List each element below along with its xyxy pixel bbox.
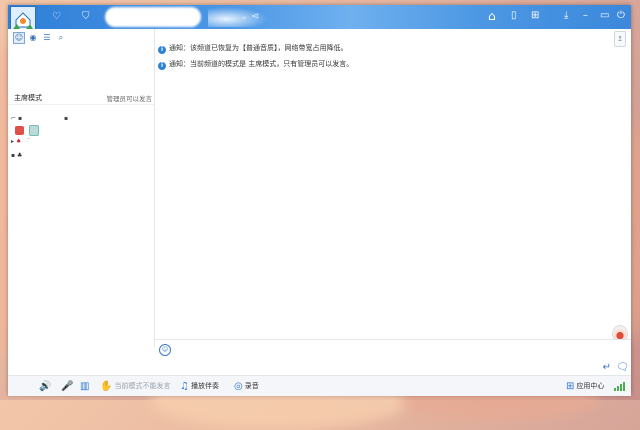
mode-note: 管理员可以发言 [106,95,153,103]
home-icon[interactable]: ⌂ [488,9,496,23]
system-notice: i 通知：该频道已恢复为【普通音质】，网络带宽占用降低。 [158,43,348,54]
tree-node-marker: ▪ [64,115,69,122]
restore-icon[interactable]: ▭ [600,9,609,23]
speaker-icon[interactable]: 🔊 [39,379,53,394]
emoji-icon[interactable]: ☺ [159,344,171,356]
share-icon[interactable]: ⋖ [251,10,259,24]
channel-icon[interactable] [29,125,39,136]
heart-icon[interactable]: ♡ [52,10,61,24]
record-button[interactable]: ◎ 录音 [234,379,259,394]
member-avatar[interactable] [15,126,24,135]
power-icon[interactable]: ⏻ [617,9,625,23]
mic-disabled-button[interactable]: ✋ 当前模式不能发言 [100,379,170,394]
notebook-icon[interactable]: ▯ [511,9,517,23]
app-center-button[interactable]: ⊞ 应用中心 [566,379,604,394]
signal-strength-icon [614,382,626,391]
shield-icon[interactable]: ⛉ [82,10,90,24]
tree-node[interactable]: ⌐ ▪ [11,115,22,123]
equalizer-icon[interactable]: ▥ [80,379,91,394]
user-icon[interactable]: ☺ [13,32,25,44]
list-icon[interactable]: ☰ [42,33,52,43]
download-icon[interactable]: ⤓ [564,9,568,23]
minimize-icon[interactable]: – [583,9,588,23]
location-icon[interactable]: ◉ [28,33,38,43]
bottom-toolbar: 🔊 🎤 ▥ ✋ 当前模式不能发言 ♫ 播放伴奏 ◎ 录音 ⊞ 应用中心 [8,375,631,396]
chat-area: i 通知：该频道已恢复为【普通音质】，网络带宽占用降低。 i 通知：当前频道的模式是… [155,29,631,339]
list-item[interactable]: ▪ ♣ [11,152,22,160]
search-icon[interactable]: ⌕ [56,33,66,43]
channel-name-redacted [105,7,201,27]
message-input-area[interactable]: ☺ ↵ 🗨 [155,339,631,376]
chevron-down-icon[interactable]: ⌄ [240,10,248,24]
member-panel: ☺ ◉ ☰ ⌕ 主席模式 管理员可以发言 ⌐ ▪ ▪ ▸ ♠ ˘ ▪ ♣ [8,29,155,347]
system-notice: i 通知：当前频道的模式是 主席模式，只有管理员可以发言。 [158,59,353,70]
scroll-to-top-icon[interactable]: ↥ [614,31,626,47]
title-bar: ♡ ⛉ ⌄ ⋖ ⌂ ▯ ⊞ ⤓ – ▭ ⏻ [8,5,631,32]
send-bubble-icon[interactable]: 🗨 [616,362,629,373]
yy-channel-window: ♡ ⛉ ⌄ ⋖ ⌂ ▯ ⊞ ⤓ – ▭ ⏻ ☺ ◉ ☰ ⌕ 主席模式 管理员可以… [8,5,631,396]
accompany-button[interactable]: ♫ 播放伴奏 [180,379,219,394]
mode-title: 主席模式 [14,94,42,102]
gamepad-icon[interactable]: ⊞ [531,9,539,23]
chairman-mode-row: 主席模式 管理员可以发言 [8,92,154,105]
info-icon: i [158,62,166,70]
microphone-icon[interactable]: 🎤 [61,379,75,394]
list-item[interactable]: ▸ ♠ ˘ [11,138,30,146]
enter-send-icon[interactable]: ↵ [603,362,611,373]
info-icon: i [158,46,166,54]
